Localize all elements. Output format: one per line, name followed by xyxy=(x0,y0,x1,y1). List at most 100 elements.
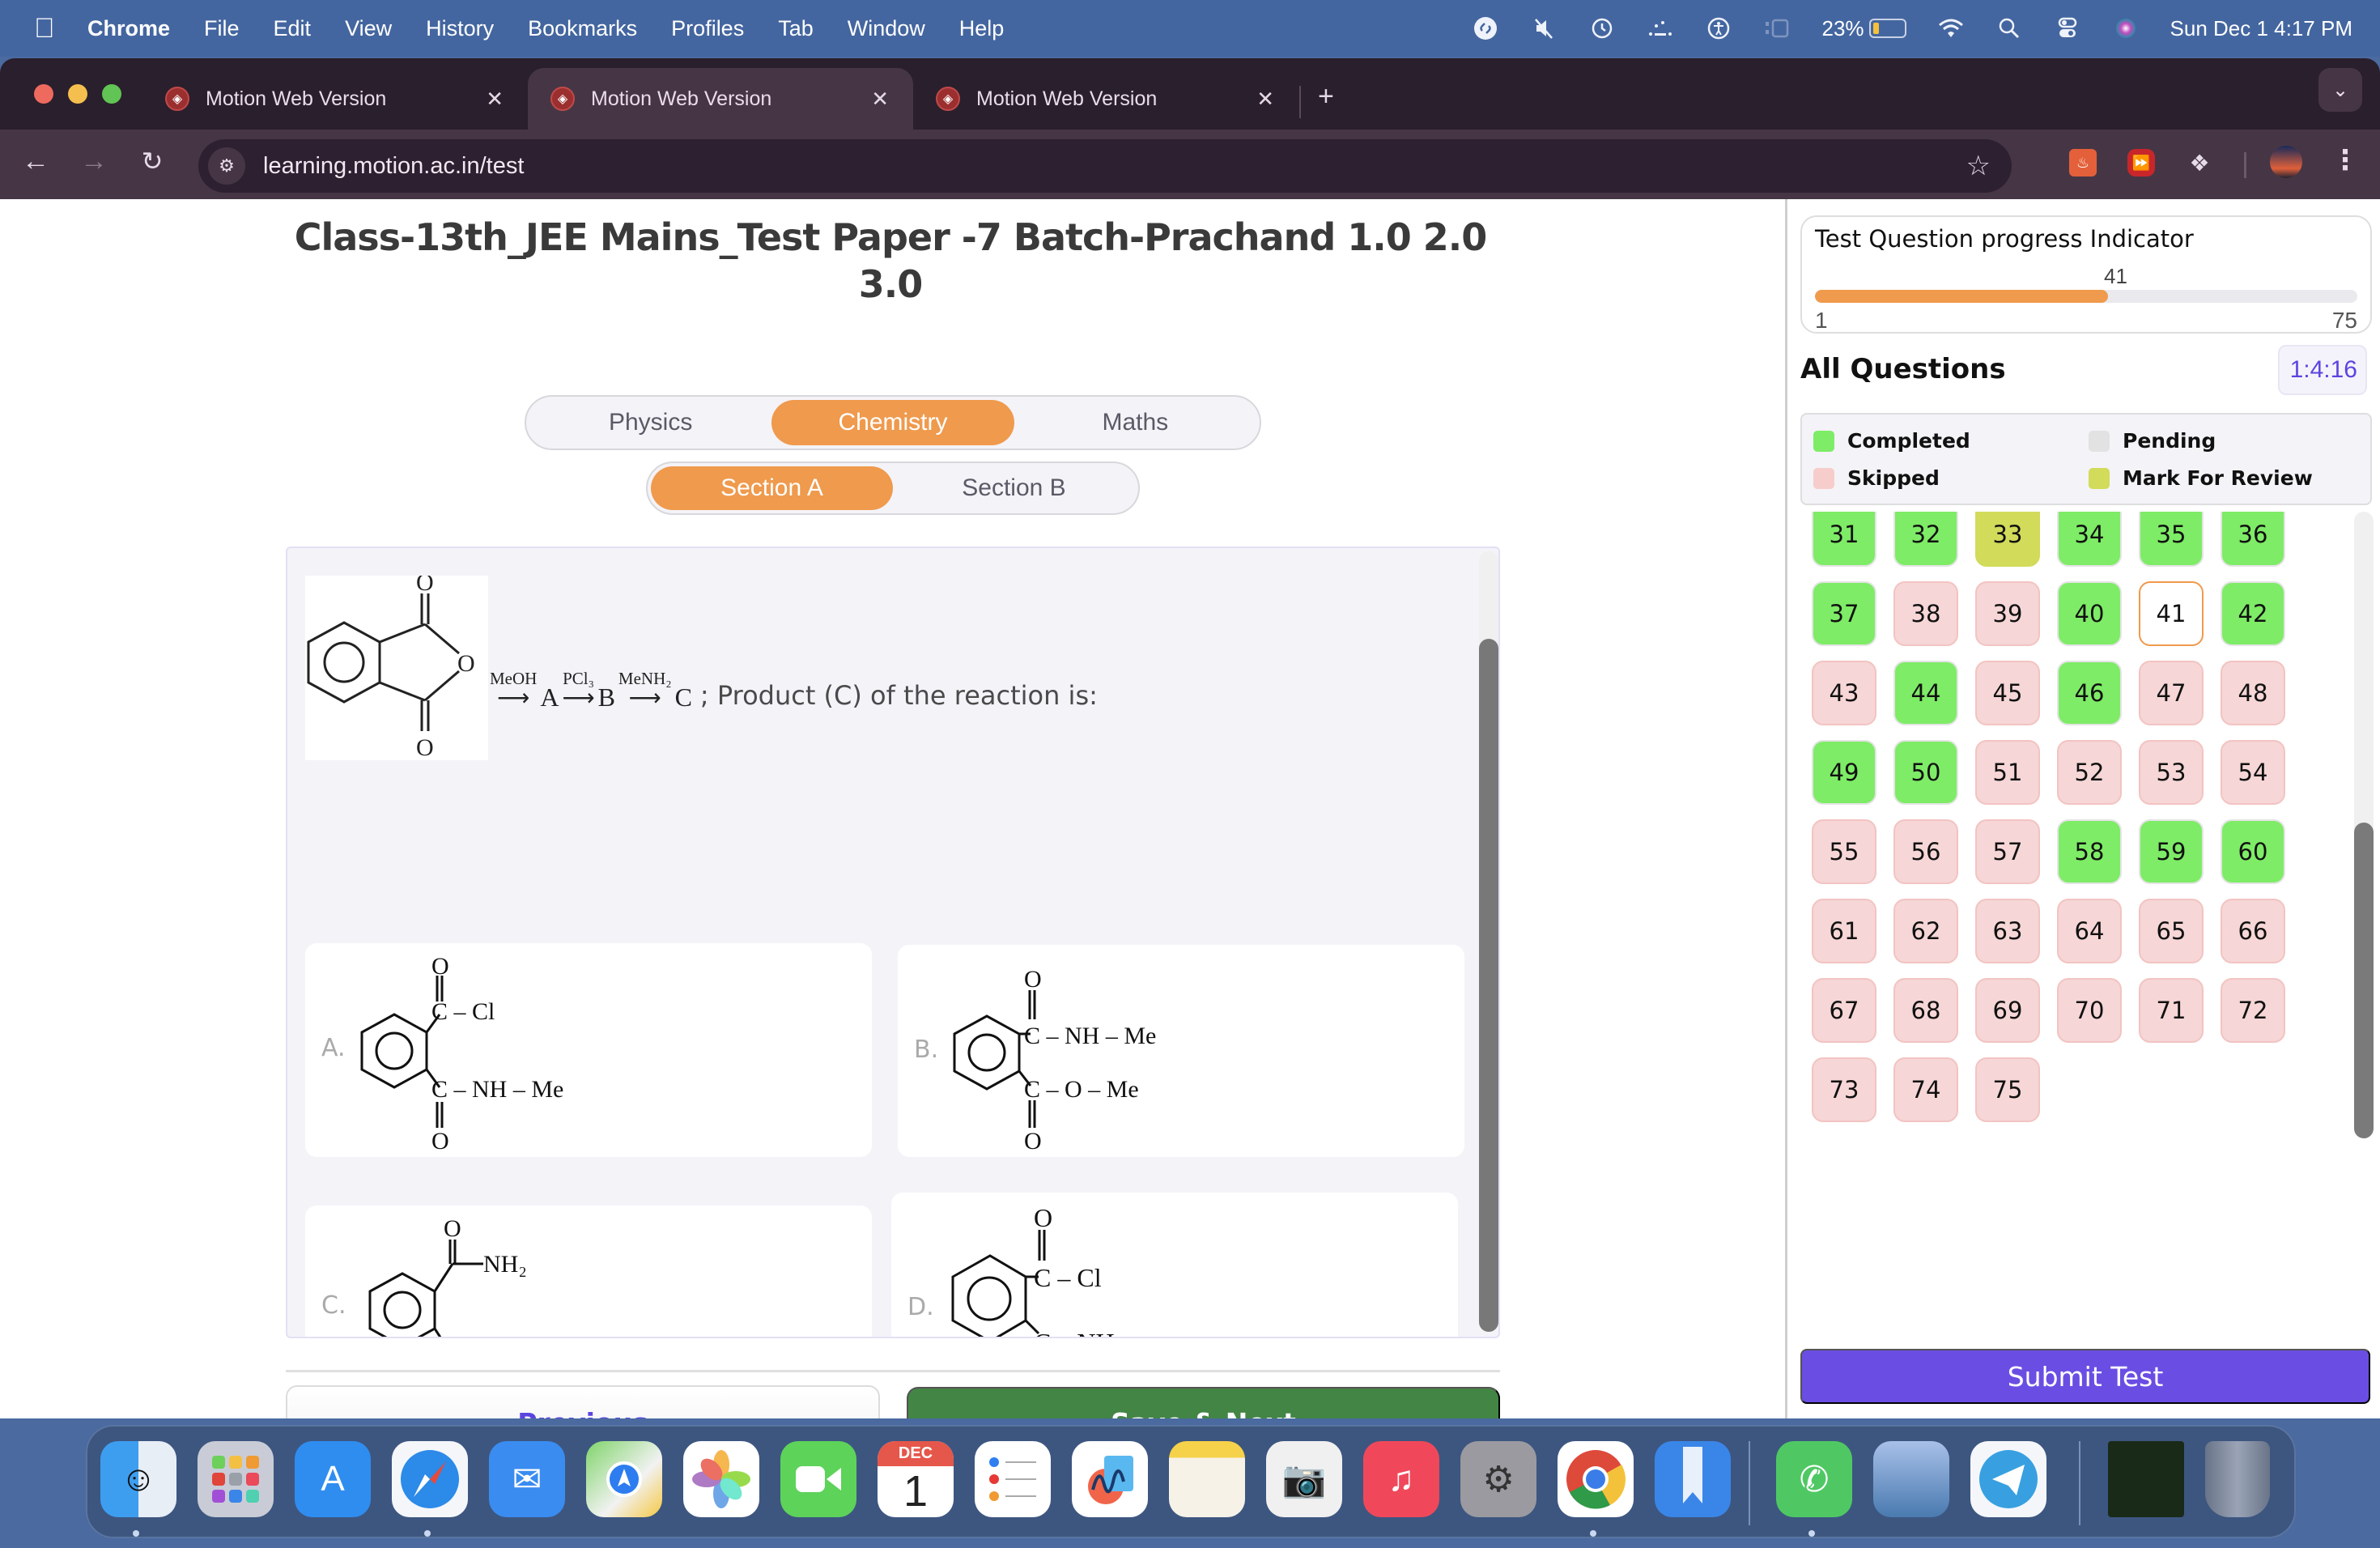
question-67-button[interactable]: 67 xyxy=(1812,978,1876,1043)
site-settings-icon[interactable]: ⚙ xyxy=(208,147,245,185)
dock-photos-icon[interactable] xyxy=(683,1441,759,1517)
question-74-button[interactable]: 74 xyxy=(1893,1057,1958,1122)
tab-close-icon[interactable]: ✕ xyxy=(1256,87,1274,112)
question-53-button[interactable]: 53 xyxy=(2139,740,2204,805)
battery-status[interactable]: 23% xyxy=(1821,16,1906,41)
question-32-button[interactable]: 32 xyxy=(1893,512,1958,567)
tab-close-icon[interactable]: ✕ xyxy=(486,87,504,112)
dock-maps-icon[interactable] xyxy=(586,1441,662,1517)
question-65-button[interactable]: 65 xyxy=(2139,899,2204,963)
back-arrow-icon[interactable]: ← xyxy=(19,146,52,177)
tab-physics[interactable]: Physics xyxy=(529,400,771,445)
question-35-button[interactable]: 35 xyxy=(2139,512,2204,567)
question-63-button[interactable]: 63 xyxy=(1975,899,2040,963)
menu-help[interactable]: Help xyxy=(959,16,1005,41)
dock-trash-icon[interactable] xyxy=(2205,1441,2270,1517)
spotlight-search-icon[interactable] xyxy=(1995,15,2023,42)
dock-music-icon[interactable]: ♫ xyxy=(1363,1441,1439,1517)
question-58-button[interactable]: 58 xyxy=(2057,819,2122,884)
palette-scrollbar-thumb[interactable] xyxy=(2354,823,2374,1138)
question-56-button[interactable]: 56 xyxy=(1893,819,1958,884)
option-b[interactable]: B. O C – NH – Me C – O – Me O xyxy=(898,945,1464,1157)
option-d[interactable]: D. O C – Cl C – NH₂ xyxy=(891,1193,1458,1337)
dock-notes-icon[interactable] xyxy=(1169,1441,1245,1517)
reload-icon[interactable]: ↻ xyxy=(136,146,168,176)
bookmark-star-icon[interactable]: ☆ xyxy=(1966,150,1991,182)
menu-profiles[interactable]: Profiles xyxy=(671,16,744,41)
display-dots-icon[interactable] xyxy=(1647,15,1674,42)
question-60-button[interactable]: 60 xyxy=(2221,819,2285,884)
dock-whatsapp-icon[interactable]: ✆ xyxy=(1776,1441,1852,1517)
question-40-button[interactable]: 40 xyxy=(2057,581,2122,646)
question-48-button[interactable]: 48 xyxy=(2221,661,2285,725)
question-69-button[interactable]: 69 xyxy=(1975,978,2040,1043)
dock-preview-icon[interactable] xyxy=(1873,1441,1949,1517)
question-scrollbar-thumb[interactable] xyxy=(1479,639,1498,1332)
more-menu-icon[interactable]: ⋮ xyxy=(2331,144,2359,176)
tab-chemistry[interactable]: Chemistry xyxy=(771,400,1014,445)
question-68-button[interactable]: 68 xyxy=(1893,978,1958,1043)
question-45-button[interactable]: 45 xyxy=(1975,661,2040,725)
tab-maths[interactable]: Maths xyxy=(1014,400,1256,445)
dock-launchpad-icon[interactable] xyxy=(198,1441,274,1517)
tab-close-icon[interactable]: ✕ xyxy=(871,87,889,112)
question-36-button[interactable]: 36 xyxy=(2221,512,2285,567)
dock-app-store-icon[interactable]: A xyxy=(295,1441,371,1517)
dock-reminders-icon[interactable] xyxy=(975,1441,1051,1517)
apple-menu-icon[interactable]:  xyxy=(34,13,57,45)
extensions-puzzle-icon[interactable]: ❖ xyxy=(2186,149,2213,176)
question-73-button[interactable]: 73 xyxy=(1812,1057,1876,1122)
menu-file[interactable]: File xyxy=(204,16,240,41)
tab-search-chevron-down-icon[interactable]: ⌄ xyxy=(2318,68,2362,112)
question-66-button[interactable]: 66 xyxy=(2221,899,2285,963)
stage-manager-icon[interactable] xyxy=(1763,15,1791,42)
address-bar[interactable]: ⚙ learning.motion.ac.in/test ☆ xyxy=(198,139,2012,193)
dock-chrome-icon[interactable] xyxy=(1558,1441,1634,1517)
menu-edit[interactable]: Edit xyxy=(274,16,312,41)
url-text[interactable]: learning.motion.ac.in/test xyxy=(263,153,524,180)
dock-document-stack-icon[interactable] xyxy=(2108,1441,2184,1517)
wifi-icon[interactable] xyxy=(1937,15,1965,42)
question-55-button[interactable]: 55 xyxy=(1812,819,1876,884)
forward-arrow-icon[interactable]: → xyxy=(78,146,110,177)
browser-tab-2-active[interactable]: ◈ Motion Web Version ✕ xyxy=(528,68,913,130)
menu-tab[interactable]: Tab xyxy=(778,16,814,41)
browser-tab-1[interactable]: ◈ Motion Web Version ✕ xyxy=(142,68,528,130)
dock-mail-icon[interactable]: ✉ xyxy=(489,1441,565,1517)
close-window-button[interactable] xyxy=(34,84,53,104)
question-51-button[interactable]: 51 xyxy=(1975,740,2040,805)
submit-test-button[interactable]: Submit Test xyxy=(1800,1349,2370,1404)
dock-safari-icon[interactable] xyxy=(392,1441,468,1517)
question-42-button[interactable]: 42 xyxy=(2221,581,2285,646)
question-46-button[interactable]: 46 xyxy=(2057,661,2122,725)
question-61-button[interactable]: 61 xyxy=(1812,899,1876,963)
menu-window[interactable]: Window xyxy=(848,16,925,41)
question-64-button[interactable]: 64 xyxy=(2057,899,2122,963)
dock-facetime-icon[interactable] xyxy=(780,1441,856,1517)
question-38-button[interactable]: 38 xyxy=(1893,581,1958,646)
zoom-window-button[interactable] xyxy=(102,84,121,104)
menu-history[interactable]: History xyxy=(426,16,494,41)
option-c[interactable]: C. O NH₂ OMe xyxy=(305,1206,872,1337)
question-37-button[interactable]: 37 xyxy=(1812,581,1876,646)
question-72-button[interactable]: 72 xyxy=(2221,978,2285,1043)
question-75-button[interactable]: 75 xyxy=(1975,1057,2040,1122)
extension-fire-icon[interactable]: ♨ xyxy=(2069,149,2097,176)
question-62-button[interactable]: 62 xyxy=(1893,899,1958,963)
question-70-button[interactable]: 70 xyxy=(2057,978,2122,1043)
tab-section-b[interactable]: Section B xyxy=(893,466,1135,510)
question-31-button[interactable]: 31 xyxy=(1812,512,1876,567)
menu-view[interactable]: View xyxy=(345,16,392,41)
question-44-button[interactable]: 44 xyxy=(1893,661,1958,725)
question-49-button[interactable]: 49 xyxy=(1812,740,1876,805)
minimize-window-button[interactable] xyxy=(68,84,87,104)
menu-app-chrome[interactable]: Chrome xyxy=(87,16,170,41)
question-59-button[interactable]: 59 xyxy=(2139,819,2204,884)
profile-avatar[interactable] xyxy=(2270,146,2302,178)
dock-finder-icon[interactable]: ☺ xyxy=(100,1441,176,1517)
question-50-button[interactable]: 50 xyxy=(1893,740,1958,805)
dock-system-settings-icon[interactable]: ⚙ xyxy=(1460,1441,1536,1517)
dock-telegram-icon[interactable] xyxy=(1970,1441,2046,1517)
question-33-button[interactable]: 33 xyxy=(1975,512,2040,567)
question-39-button[interactable]: 39 xyxy=(1975,581,2040,646)
